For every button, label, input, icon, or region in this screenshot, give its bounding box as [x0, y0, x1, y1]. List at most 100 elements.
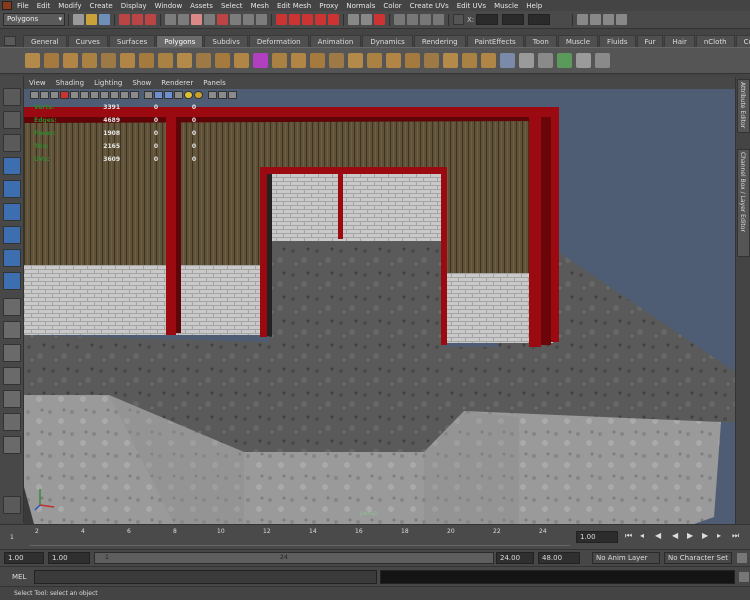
menu-file[interactable]: File — [13, 2, 33, 10]
menu-edit[interactable]: Edit — [33, 2, 55, 10]
layout-graph-icon[interactable] — [3, 390, 21, 408]
mask-curves-icon[interactable] — [191, 14, 202, 25]
mask-joints-icon[interactable] — [178, 14, 189, 25]
perspective-viewport[interactable]: View Shading Lighting Show Renderer Pane… — [24, 77, 735, 524]
field-chart-icon[interactable] — [110, 90, 119, 99]
bridge-icon[interactable] — [386, 53, 401, 68]
anim-layer-select[interactable]: No Anim Layer — [592, 552, 660, 564]
playback-end-field[interactable]: 24.00 — [496, 552, 534, 564]
grid-icon[interactable] — [70, 90, 79, 99]
tab-rendering[interactable]: Rendering — [413, 35, 466, 47]
wireframe-icon[interactable] — [144, 90, 153, 99]
smooth-icon[interactable] — [310, 53, 325, 68]
layout-hypershade-icon[interactable] — [3, 413, 21, 431]
offset-edge-loop-icon[interactable] — [462, 53, 477, 68]
tab-deformation[interactable]: Deformation — [248, 35, 309, 47]
render-current-icon[interactable] — [407, 14, 418, 25]
attribute-editor-tab[interactable]: Attribute Editor — [737, 79, 750, 133]
end-time-field[interactable]: 48.00 — [538, 552, 580, 564]
character-set-select[interactable]: No Character Set — [664, 552, 732, 564]
poly-cone-icon[interactable] — [82, 53, 97, 68]
y-field[interactable] — [502, 14, 525, 25]
use-all-lights-icon[interactable] — [184, 90, 193, 99]
auto-key-icon[interactable] — [737, 553, 747, 563]
layout-single-icon[interactable] — [3, 298, 21, 316]
film-gate-icon[interactable] — [80, 90, 89, 99]
play-backwards-icon[interactable]: ◀ — [672, 531, 678, 540]
step-back-frame-icon[interactable]: ◀ — [655, 531, 661, 540]
poly-soccer-ball-icon[interactable] — [215, 53, 230, 68]
menu-create[interactable]: Create — [85, 2, 116, 10]
menu-window[interactable]: Window — [151, 2, 187, 10]
mirror-geometry-icon[interactable] — [348, 53, 363, 68]
separate-icon[interactable] — [272, 53, 287, 68]
poly-pipe-icon[interactable] — [177, 53, 192, 68]
mel-command-input[interactable] — [34, 570, 377, 584]
camera-bookmarks-icon[interactable] — [40, 90, 49, 99]
tab-ncloth[interactable]: nCloth — [695, 35, 735, 47]
select-hierarchy-icon[interactable] — [119, 14, 130, 25]
split-polygon-icon[interactable] — [424, 53, 439, 68]
xray-joints-icon[interactable] — [228, 90, 237, 99]
poly-torus-icon[interactable] — [120, 53, 135, 68]
menu-set-select[interactable]: Polygons — [3, 13, 65, 26]
auto-map-icon[interactable] — [557, 53, 572, 68]
poly-platonic-icon[interactable] — [234, 53, 249, 68]
tab-muscle[interactable]: Muscle — [557, 35, 599, 47]
channel-box-tab[interactable]: Channel Box / Layer Editor — [737, 149, 750, 257]
extrude-icon[interactable] — [367, 53, 382, 68]
history-list-icon[interactable] — [361, 14, 372, 25]
panel-menu-view[interactable]: View — [24, 79, 51, 87]
menu-modify[interactable]: Modify — [54, 2, 85, 10]
poly-prism-icon[interactable] — [139, 53, 154, 68]
xray-icon[interactable] — [218, 90, 227, 99]
menu-color[interactable]: Color — [379, 2, 405, 10]
two-d-pan-zoom-icon[interactable] — [60, 90, 69, 99]
menu-proxy[interactable]: Proxy — [315, 2, 342, 10]
wedge-icon[interactable] — [500, 53, 515, 68]
tab-fur[interactable]: Fur — [636, 35, 664, 47]
resolution-gate-icon[interactable] — [90, 90, 99, 99]
mask-surfaces-icon[interactable] — [204, 14, 215, 25]
menu-assets[interactable]: Assets — [186, 2, 217, 10]
tab-custom[interactable]: Custom — [735, 35, 750, 47]
select-component-icon[interactable] — [145, 14, 156, 25]
tool-settings-toggle-icon[interactable] — [603, 14, 615, 25]
camera-attributes-icon[interactable] — [30, 90, 39, 99]
panel-menu-lighting[interactable]: Lighting — [89, 79, 127, 87]
playback-range-bar[interactable]: 1 24 — [94, 552, 494, 564]
poly-pyramid-icon[interactable] — [158, 53, 173, 68]
open-scene-icon[interactable] — [86, 14, 97, 25]
isolate-select-icon[interactable] — [208, 90, 217, 99]
append-polygon-icon[interactable] — [405, 53, 420, 68]
poly-helix-icon[interactable] — [196, 53, 211, 68]
tab-toon[interactable]: Toon — [524, 35, 557, 47]
menu-normals[interactable]: Normals — [342, 2, 379, 10]
sidebar-toggle-icon[interactable] — [577, 14, 589, 25]
rotate-tool-icon[interactable] — [3, 180, 21, 198]
mask-handles-icon[interactable] — [165, 14, 176, 25]
tab-subdivs[interactable]: Subdivs — [204, 35, 248, 47]
snap-curve-icon[interactable] — [289, 14, 300, 25]
bevel-icon[interactable] — [481, 53, 496, 68]
step-forward-frame-icon[interactable]: ▶ — [702, 531, 708, 540]
move-tool-icon[interactable] — [3, 157, 21, 175]
select-tool-icon[interactable] — [3, 88, 21, 106]
paint-select-tool-icon[interactable] — [3, 134, 21, 152]
mel-label[interactable]: MEL — [12, 573, 26, 581]
panel-menu-renderer[interactable]: Renderer — [156, 79, 198, 87]
checker-uv-icon[interactable] — [519, 53, 534, 68]
attribute-editor-toggle-icon[interactable] — [590, 14, 602, 25]
insert-edge-loop-icon[interactable] — [443, 53, 458, 68]
scale-tool-icon[interactable] — [3, 203, 21, 221]
time-slider[interactable]: 1 2 4 6 8 10 12 14 16 18 20 22 24 1.00 ⏮… — [0, 524, 750, 549]
smooth-shade-icon[interactable] — [154, 90, 163, 99]
textured-icon[interactable] — [174, 90, 183, 99]
go-to-end-icon[interactable]: ⏭ — [732, 531, 739, 541]
render-view-icon[interactable] — [394, 14, 405, 25]
tab-polygons[interactable]: Polygons — [156, 35, 204, 47]
menu-help[interactable]: Help — [522, 2, 546, 10]
planar-map-icon[interactable] — [538, 53, 553, 68]
combine-icon[interactable] — [253, 53, 268, 68]
layout-two-icon[interactable] — [3, 344, 21, 362]
